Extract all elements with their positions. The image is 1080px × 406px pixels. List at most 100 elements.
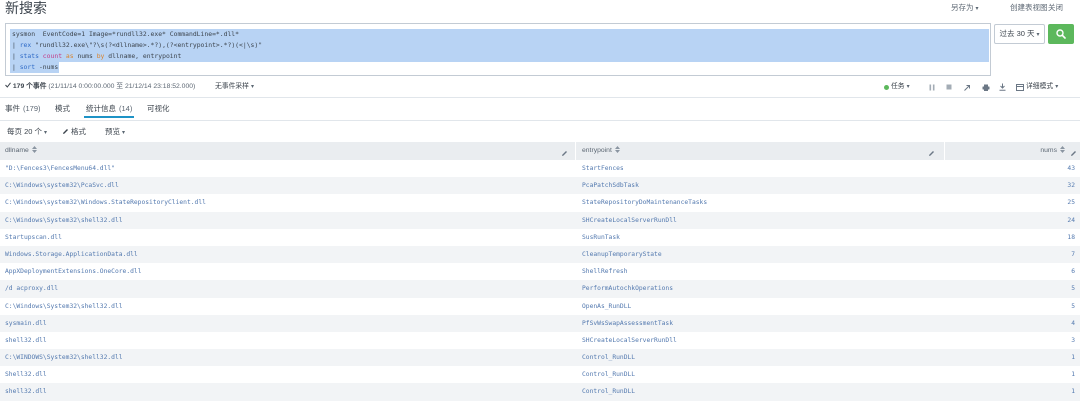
cell-entrypoint[interactable]: Control_RunDLL xyxy=(576,366,945,383)
table-row: shell32.dll SHCreateLocalServerRunDll 3 xyxy=(0,332,1080,349)
cell-nums[interactable]: 32 xyxy=(945,177,1080,194)
cell-entrypoint[interactable]: PerformAutochkOperations xyxy=(576,280,945,297)
query-token: sysmon EventCode=1 Image=*rundll32.exe* … xyxy=(12,30,240,38)
search-button[interactable] xyxy=(1048,24,1074,44)
tab-events[interactable]: 事件 (179) xyxy=(3,103,43,118)
search-query-line[interactable]: sysmon EventCode=1 Image=*rundll32.exe* … xyxy=(10,29,989,40)
event-sampling-label: 无事件采样 xyxy=(215,83,249,90)
cell-dllname[interactable]: Shell32.dll xyxy=(0,366,576,383)
cell-dllname[interactable]: C:\Windows\system32\Windows.StateReposit… xyxy=(0,194,576,211)
time-range-picker[interactable]: 过去 30 天 ▾ xyxy=(994,24,1045,44)
format-button[interactable]: 格式 xyxy=(62,126,86,138)
save-as-menu[interactable]: 另存为 ▾ xyxy=(951,2,979,14)
cell-dllname[interactable]: C:\Windows\System32\shell32.dll xyxy=(0,298,576,315)
cell-dllname[interactable]: sysmain.dll xyxy=(0,315,576,332)
selected-text: | sort -nums xyxy=(10,62,60,73)
query-token: rex xyxy=(19,41,32,49)
cell-nums[interactable]: 5 xyxy=(945,280,1080,297)
share-icon[interactable] xyxy=(964,83,971,91)
event-sampling-menu[interactable]: 无事件采样 ▾ xyxy=(215,82,254,92)
table-body: "D:\Fences3\FencesMenu64.dll" StartFences… xyxy=(0,160,1080,401)
pencil-icon[interactable] xyxy=(561,147,568,165)
pencil-icon[interactable] xyxy=(1070,147,1077,165)
cell-entrypoint[interactable]: PfSvWsSwapAssessmentTask xyxy=(576,315,945,332)
cell-nums[interactable]: 3 xyxy=(945,332,1080,349)
cell-nums[interactable]: 5 xyxy=(945,298,1080,315)
cell-dllname[interactable]: AppXDeploymentExtensions.OneCore.dll xyxy=(0,263,576,280)
column-header-entrypoint[interactable]: entrypoint xyxy=(576,142,945,160)
job-menu[interactable]: 任务 ▾ xyxy=(891,82,910,92)
search-mode-label: 详细模式 xyxy=(1026,83,1054,90)
cell-entrypoint[interactable]: SHCreateLocalServerRunDll xyxy=(576,212,945,229)
column-label: entrypoint xyxy=(582,147,612,154)
search-editor[interactable]: sysmon EventCode=1 Image=*rundll32.exe* … xyxy=(5,23,991,76)
cell-dllname[interactable]: /d acproxy.dll xyxy=(0,280,576,297)
sort-icon[interactable] xyxy=(31,143,37,161)
cell-entrypoint[interactable]: StateRepositoryDoMaintenanceTasks xyxy=(576,194,945,211)
close-link[interactable]: 关闭 xyxy=(1048,2,1063,13)
cell-nums[interactable]: 43 xyxy=(945,160,1080,177)
tab-statistics[interactable]: 统计信息 (14) xyxy=(84,103,135,118)
search-icon xyxy=(1056,29,1066,39)
table-row: C:\Windows\system32\Windows.StateReposit… xyxy=(0,194,1080,211)
cell-nums[interactable]: 7 xyxy=(945,246,1080,263)
tab-patterns[interactable]: 模式 xyxy=(53,103,72,118)
cell-entrypoint[interactable]: SusRunTask xyxy=(576,229,945,246)
cell-nums[interactable]: 6 xyxy=(945,263,1080,280)
cell-nums[interactable]: 24 xyxy=(945,212,1080,229)
caret-down-icon: ▾ xyxy=(906,83,910,90)
search-mode-menu[interactable]: 详细模式 ▾ xyxy=(1026,82,1058,92)
cell-dllname[interactable]: Windows.Storage.ApplicationData.dll xyxy=(0,246,576,263)
sort-icon[interactable] xyxy=(614,143,620,161)
cell-entrypoint[interactable]: SHCreateLocalServerRunDll xyxy=(576,332,945,349)
sort-icon[interactable] xyxy=(1060,143,1065,161)
table-row: sysmain.dll PfSvWsSwapAssessmentTask 4 xyxy=(0,314,1080,332)
cell-entrypoint[interactable]: Control_RunDLL xyxy=(576,349,945,366)
cell-entrypoint[interactable]: StartFences xyxy=(576,160,945,177)
cell-dllname[interactable]: Startupscan.dll xyxy=(0,229,576,246)
search-query-line[interactable]: | stats count as nums by dllname, entryp… xyxy=(10,51,989,62)
cell-nums[interactable]: 4 xyxy=(945,315,1080,332)
column-header-nums[interactable]: nums xyxy=(945,142,1080,160)
search-query[interactable]: sysmon EventCode=1 Image=*rundll32.exe* … xyxy=(10,29,989,73)
search-query-line[interactable]: | sort -nums xyxy=(10,62,989,73)
cell-dllname[interactable]: C:\WINDOWS\System32\shell32.dll xyxy=(0,349,576,366)
search-query-line[interactable]: | rex "rundll32.exe\"?\s(?<dllname>.*?),… xyxy=(10,40,989,51)
per-page-menu[interactable]: 每页 20 个 ▾ xyxy=(7,126,47,138)
tab-label: 可视化 xyxy=(147,104,170,113)
cell-dllname[interactable]: "D:\Fences3\FencesMenu64.dll" xyxy=(0,160,576,177)
stop-icon[interactable] xyxy=(946,83,952,91)
export-icon[interactable] xyxy=(999,83,1006,91)
cell-nums[interactable]: 18 xyxy=(945,229,1080,246)
column-header-dllname[interactable]: dllname xyxy=(0,142,576,160)
cell-nums[interactable]: 1 xyxy=(945,383,1080,400)
print-icon[interactable] xyxy=(982,83,990,91)
caret-down-icon: ▾ xyxy=(122,129,126,136)
cell-dllname[interactable]: shell32.dll xyxy=(0,332,576,349)
cell-nums[interactable]: 1 xyxy=(945,349,1080,366)
pause-icon[interactable] xyxy=(929,83,935,91)
cell-nums[interactable]: 25 xyxy=(945,194,1080,211)
query-token: -nums xyxy=(35,63,59,71)
cell-dllname[interactable]: shell32.dll xyxy=(0,383,576,400)
pencil-icon[interactable] xyxy=(928,147,935,165)
per-page-label: 每页 20 个 xyxy=(7,127,43,136)
save-as-label: 另存为 xyxy=(951,3,974,12)
cell-entrypoint[interactable]: ShellRefresh xyxy=(576,263,945,280)
cell-entrypoint[interactable]: OpenAs_RunDLL xyxy=(576,298,945,315)
table-row: AppXDeploymentExtensions.OneCore.dll Shel… xyxy=(0,263,1080,280)
cell-entrypoint[interactable]: PcaPatchSdbTask xyxy=(576,177,945,194)
create-table-view-link[interactable]: 创建表视图 xyxy=(1010,2,1048,13)
tab-label: 模式 xyxy=(55,104,70,113)
cell-nums[interactable]: 1 xyxy=(945,366,1080,383)
cell-dllname[interactable]: C:\Windows\system32\PcaSvc.dll xyxy=(0,177,576,194)
cell-entrypoint[interactable]: Control_RunDLL xyxy=(576,383,945,400)
cell-dllname[interactable]: C:\Windows\System32\shell32.dll xyxy=(0,212,576,229)
cell-entrypoint[interactable]: CleanupTemporaryState xyxy=(576,246,945,263)
column-label: nums xyxy=(1040,147,1057,154)
preview-menu[interactable]: 预览 ▾ xyxy=(105,126,125,138)
table-row: shell32.dll Control_RunDLL 1 xyxy=(0,383,1080,401)
tabs-border xyxy=(0,120,1080,121)
tab-visualization[interactable]: 可视化 xyxy=(145,103,172,118)
selected-text: | stats count as nums by dllname, entryp… xyxy=(10,51,182,62)
